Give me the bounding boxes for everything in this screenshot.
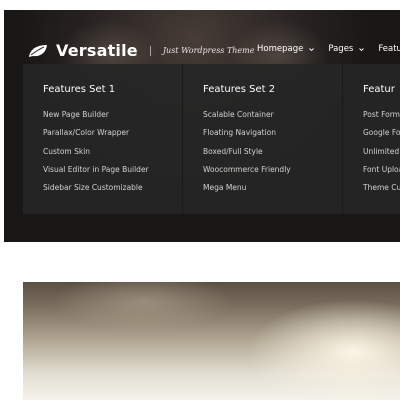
menu-item[interactable]: Sidebar Size Customizable [43,183,182,192]
chevron-down-icon [359,47,365,51]
menu-item[interactable]: Theme Cu [363,183,400,192]
column-list: Scalable Container Floating Navigation B… [203,110,342,192]
menu-item[interactable]: New Page Builder [43,110,182,119]
nav-label: Homepage [257,44,304,54]
menu-item[interactable]: Woocommerce Friendly [203,165,342,174]
menu-item[interactable]: Boxed/Full Style [203,147,342,156]
menu-item[interactable]: Font Uploa [363,165,400,174]
menu-item[interactable]: Post Forma [363,110,400,119]
mega-menu-column: Featur Post Forma Google Fo Unlimited Fo… [343,64,400,214]
menu-item[interactable]: Scalable Container [203,110,342,119]
nav-label: Featu [378,44,400,54]
mega-menu-column: Features Set 2 Scalable Container Floati… [183,64,343,214]
menu-item[interactable]: Floating Navigation [203,128,342,137]
column-title: Features Set 2 [203,84,276,95]
chevron-down-icon [309,47,315,51]
column-title: Features Set 1 [43,84,116,95]
column-list: Post Forma Google Fo Unlimited Font Uplo… [363,110,400,192]
column-title: Featur [363,84,395,95]
menu-item[interactable]: Google Fo [363,128,400,137]
mega-menu: Features Set 1 New Page Builder Parallax… [23,64,400,214]
main-nav: Homepage Pages Featu [257,44,400,54]
brand-divider [149,45,151,56]
menu-item[interactable]: Visual Editor in Page Builder [43,165,182,174]
site-tagline: Just Wordpress Theme [162,46,255,55]
column-list: New Page Builder Parallax/Color Wrapper … [43,110,182,192]
mega-menu-column: Features Set 1 New Page Builder Parallax… [23,64,183,214]
menu-item[interactable]: Unlimited [363,147,400,156]
nav-item-pages[interactable]: Pages [328,44,365,54]
sky-photo [23,282,400,400]
nav-label: Pages [328,44,354,54]
leaf-icon [29,44,47,57]
site-brand[interactable]: Versatile Just Wordpress Theme [28,41,254,60]
brand-name[interactable]: Versatile [56,41,138,60]
nav-item-homepage[interactable]: Homepage [257,44,315,54]
nav-item-features[interactable]: Featu [378,44,400,54]
menu-item[interactable]: Mega Menu [203,183,342,192]
menu-item[interactable]: Custom Skin [43,147,182,156]
menu-item[interactable]: Parallax/Color Wrapper [43,128,182,137]
